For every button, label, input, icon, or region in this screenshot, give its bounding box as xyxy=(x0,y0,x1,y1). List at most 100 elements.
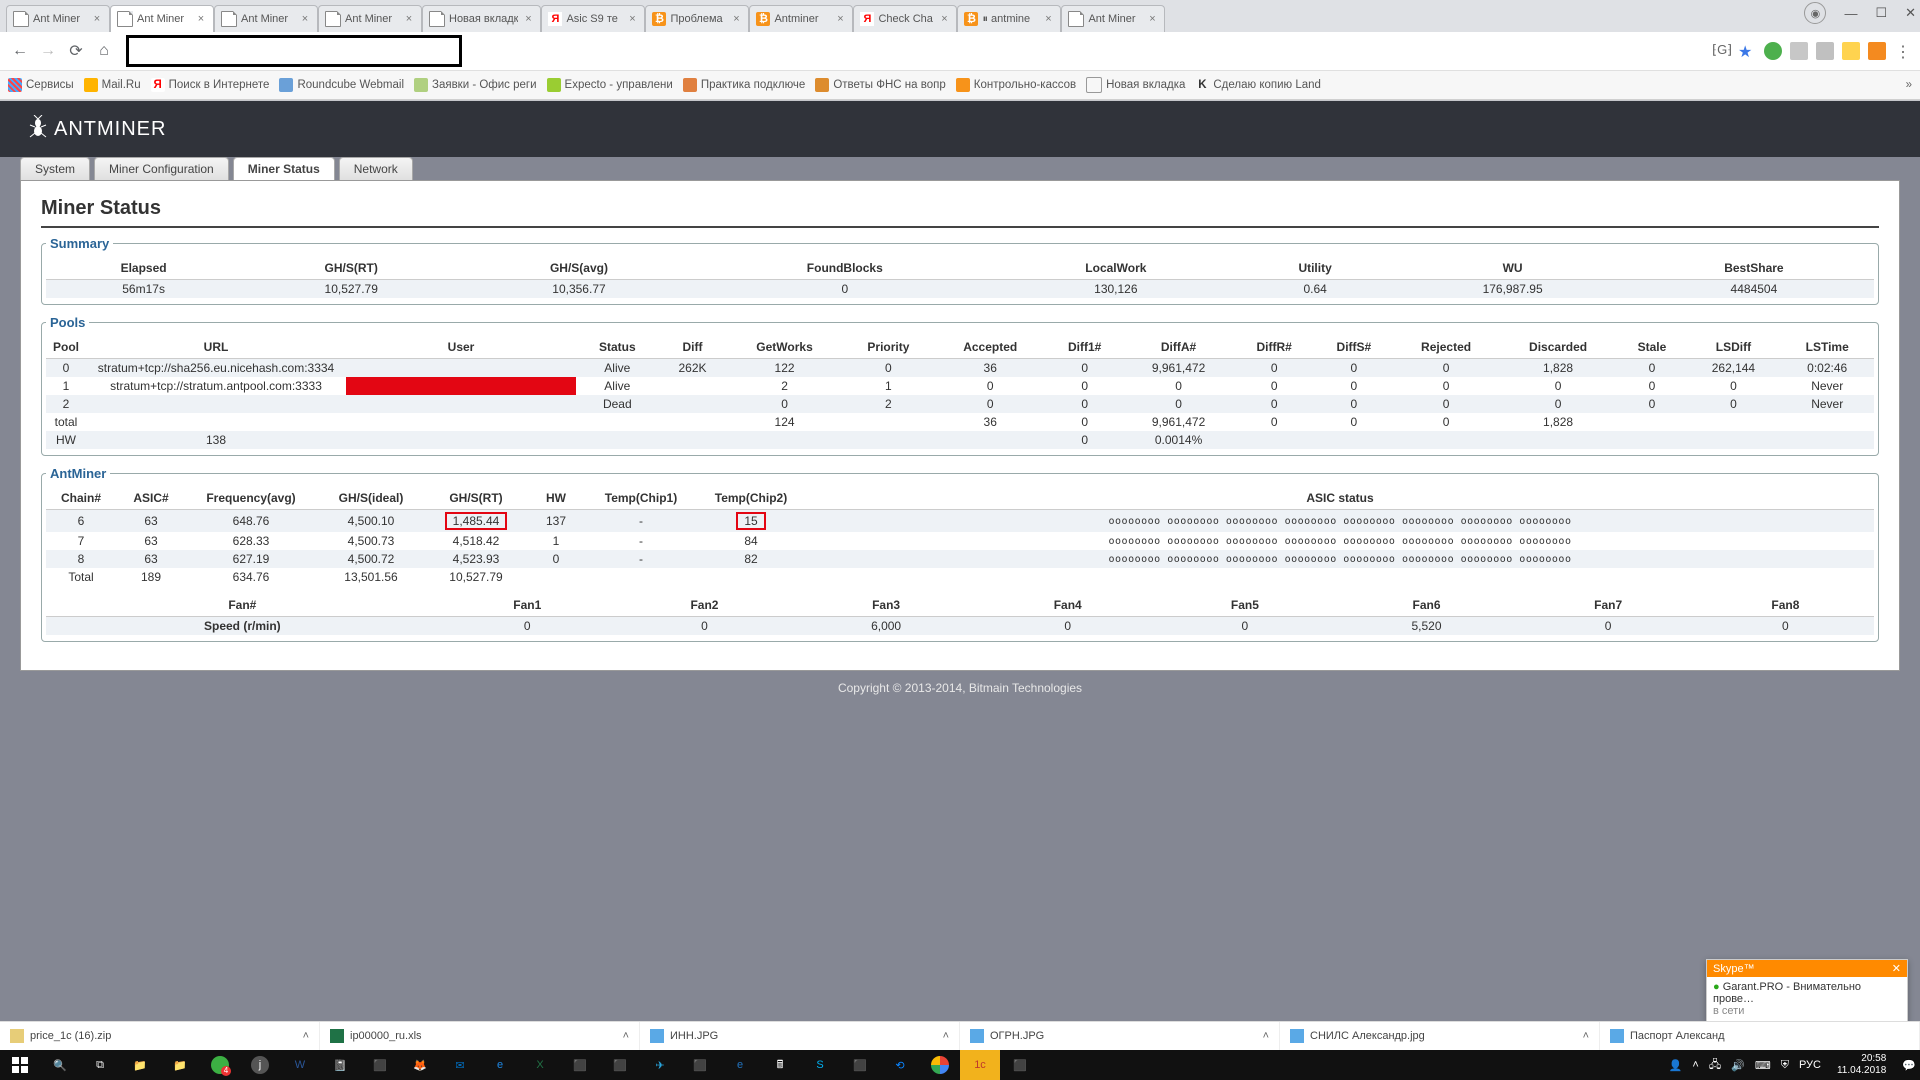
skype-toast[interactable]: Skype™✕ ● Garant.PRO - Внимательно прове… xyxy=(1706,959,1908,1022)
close-icon[interactable]: × xyxy=(626,13,638,25)
url-input[interactable] xyxy=(126,35,462,67)
profile-avatar-icon[interactable]: ◉ xyxy=(1804,2,1826,24)
taskbar-app[interactable]: ⬛ xyxy=(600,1050,640,1080)
menu-icon[interactable]: ⋮ xyxy=(1894,42,1912,60)
chevron-up-icon[interactable]: ˄ xyxy=(1583,1030,1589,1042)
home-button[interactable]: ⌂ xyxy=(92,39,116,63)
start-button[interactable] xyxy=(0,1050,40,1080)
taskbar-app[interactable]: ⬛ xyxy=(840,1050,880,1080)
browser-tab[interactable]: Новая вкладк× xyxy=(422,5,541,32)
system-clock[interactable]: 20:5811.04.2018 xyxy=(1831,1051,1892,1079)
taskbar-app[interactable]: ⬛ xyxy=(360,1050,400,1080)
forward-button[interactable]: → xyxy=(36,39,60,63)
network-icon[interactable]: 🖧 xyxy=(1709,1056,1721,1075)
browser-tab[interactable]: ₿Проблема× xyxy=(645,5,749,32)
browser-tab[interactable]: Ant Miner× xyxy=(318,5,422,32)
task-view-icon[interactable]: ⧉ xyxy=(80,1050,120,1080)
taskbar-app[interactable]: ⟲ xyxy=(880,1050,920,1080)
translate-icon[interactable]: ⁅G⁆ xyxy=(1712,42,1730,60)
download-item[interactable]: Паспорт Александ xyxy=(1600,1022,1920,1050)
volume-icon[interactable]: 🔊 xyxy=(1731,1059,1745,1072)
bookmarks-overflow[interactable]: » xyxy=(1906,79,1912,91)
tab-miner-configuration[interactable]: Miner Configuration xyxy=(94,157,229,180)
close-icon[interactable]: × xyxy=(1042,13,1054,25)
browser-tab[interactable]: Ant Miner× xyxy=(6,5,110,32)
browser-tab[interactable]: Ant Miner× xyxy=(1061,5,1165,32)
extension-icon[interactable] xyxy=(1816,42,1834,60)
browser-tab[interactable]: Ant Miner× xyxy=(110,5,214,32)
language-indicator[interactable]: РУС xyxy=(1799,1059,1821,1071)
bookmark-item[interactable]: Expecto - управлени xyxy=(547,78,673,92)
taskbar-app[interactable]: e xyxy=(480,1050,520,1080)
taskbar-app[interactable]: ✈ xyxy=(640,1050,680,1080)
minimize-button[interactable]: — xyxy=(1844,6,1857,21)
people-icon[interactable]: 👤 xyxy=(1669,1059,1683,1072)
bookmark-item[interactable]: ЯПоиск в Интернете xyxy=(151,78,270,92)
taskbar-app[interactable]: 📁 xyxy=(120,1050,160,1080)
taskbar-app[interactable]: ⬛ xyxy=(1000,1050,1040,1080)
taskbar-app[interactable]: X xyxy=(520,1050,560,1080)
close-icon[interactable]: × xyxy=(522,13,534,25)
close-icon[interactable]: × xyxy=(1146,13,1158,25)
back-button[interactable]: ← xyxy=(8,39,32,63)
taskbar-app[interactable] xyxy=(920,1050,960,1080)
taskbar-app[interactable]: S xyxy=(800,1050,840,1080)
input-icon[interactable]: ⌨ xyxy=(1755,1059,1771,1072)
maximize-button[interactable]: ☐ xyxy=(1875,5,1887,21)
bookmark-item[interactable]: Новая вкладка xyxy=(1086,77,1185,93)
chevron-up-icon[interactable]: ˄ xyxy=(943,1030,949,1042)
download-item[interactable]: price_1c (16).zip˄ xyxy=(0,1022,320,1050)
bookmark-star-icon[interactable]: ★ xyxy=(1738,42,1756,60)
bookmark-item[interactable]: Roundcube Webmail xyxy=(279,78,404,92)
chevron-up-icon[interactable]: ˄ xyxy=(303,1030,309,1042)
bookmark-item[interactable]: Контрольно-кассов xyxy=(956,78,1076,92)
tray-chevron-icon[interactable]: ˄ xyxy=(1692,1059,1698,1071)
close-icon[interactable]: × xyxy=(195,13,207,25)
taskbar-app[interactable]: 📁 xyxy=(160,1050,200,1080)
close-icon[interactable]: × xyxy=(938,13,950,25)
browser-tab[interactable]: ₿⏸ antmine× xyxy=(957,5,1061,32)
taskbar-app[interactable]: j xyxy=(240,1050,280,1080)
taskbar-app[interactable]: 4 xyxy=(200,1050,240,1080)
taskbar-app[interactable]: 🖩 xyxy=(760,1050,800,1080)
taskbar-app[interactable]: 📓 xyxy=(320,1050,360,1080)
bookmark-item[interactable]: Практика подключе xyxy=(683,78,806,92)
close-button[interactable]: ✕ xyxy=(1905,5,1916,21)
bookmark-item[interactable]: Mail.Ru xyxy=(84,78,141,92)
close-icon[interactable]: × xyxy=(299,13,311,25)
chevron-up-icon[interactable]: ˄ xyxy=(1263,1030,1269,1042)
taskbar-app[interactable]: 🦊 xyxy=(400,1050,440,1080)
close-icon[interactable]: × xyxy=(730,13,742,25)
browser-tab[interactable]: ЯAsic S9 те× xyxy=(541,5,645,32)
tab-miner-status[interactable]: Miner Status xyxy=(233,157,335,180)
browser-tab[interactable]: Ant Miner× xyxy=(214,5,318,32)
bookmark-item[interactable]: Ответы ФНС на вопр xyxy=(815,78,945,92)
taskbar-app[interactable]: ✉ xyxy=(440,1050,480,1080)
toast-close-icon[interactable]: ✕ xyxy=(1892,962,1901,975)
browser-tab[interactable]: ЯCheck Cha× xyxy=(853,5,957,32)
search-icon[interactable]: 🔍 xyxy=(40,1050,80,1080)
bookmark-item[interactable]: KСделаю копию Land xyxy=(1195,78,1321,92)
download-item[interactable]: ОГРН.JPG˄ xyxy=(960,1022,1280,1050)
taskbar-app[interactable]: W xyxy=(280,1050,320,1080)
extension-icon[interactable] xyxy=(1790,42,1808,60)
tab-system[interactable]: System xyxy=(20,157,90,180)
close-icon[interactable]: × xyxy=(834,13,846,25)
bookmark-item[interactable]: Заявки - Офис реги xyxy=(414,78,537,92)
tab-network[interactable]: Network xyxy=(339,157,413,180)
extension-icon[interactable] xyxy=(1868,42,1886,60)
taskbar-app[interactable]: 1c xyxy=(960,1050,1000,1080)
chevron-up-icon[interactable]: ˄ xyxy=(623,1030,629,1042)
taskbar-app[interactable]: ⬛ xyxy=(680,1050,720,1080)
download-item[interactable]: ip00000_ru.xls˄ xyxy=(320,1022,640,1050)
action-center-icon[interactable]: 💬 xyxy=(1902,1059,1916,1072)
bookmark-item[interactable]: Сервисы xyxy=(8,78,74,92)
taskbar-app[interactable]: e xyxy=(720,1050,760,1080)
extension-icon[interactable] xyxy=(1764,42,1782,60)
close-icon[interactable]: × xyxy=(91,13,103,25)
download-item[interactable]: СНИЛС Александр.jpg˄ xyxy=(1280,1022,1600,1050)
close-icon[interactable]: × xyxy=(403,13,415,25)
download-item[interactable]: ИНН.JPG˄ xyxy=(640,1022,960,1050)
extension-icon[interactable] xyxy=(1842,42,1860,60)
taskbar-app[interactable]: ⬛ xyxy=(560,1050,600,1080)
